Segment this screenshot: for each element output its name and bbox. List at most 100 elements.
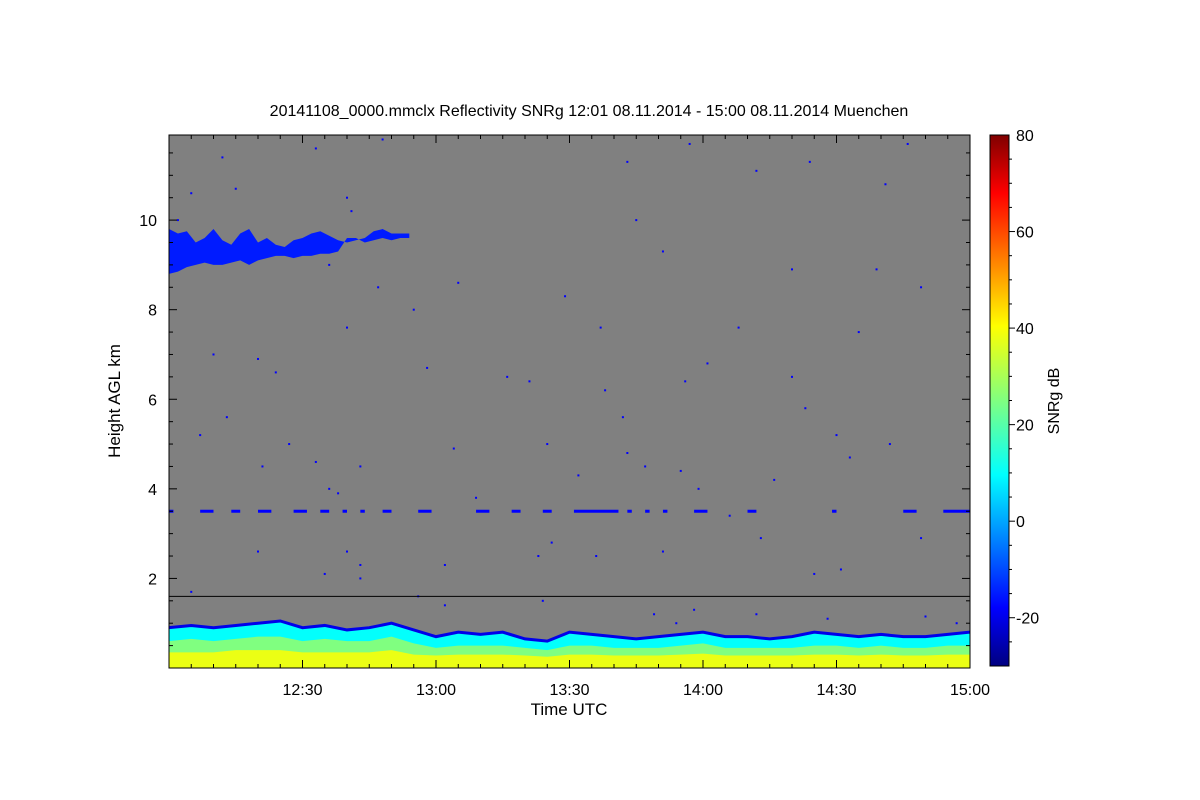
- y-tick-label: 10: [139, 213, 157, 230]
- echo-point: [328, 263, 331, 266]
- y-tick-label: 8: [148, 303, 157, 320]
- echo-point: [835, 434, 838, 437]
- echo-point: [346, 326, 348, 329]
- echo-point: [755, 613, 758, 616]
- echo-point: [679, 469, 682, 472]
- speckle-segment: [662, 509, 668, 513]
- echo-point: [257, 550, 259, 553]
- speckle-segment: [418, 509, 432, 513]
- echo-point: [337, 492, 340, 495]
- echo-point: [359, 563, 362, 566]
- colorbar-tick-label: 80: [1016, 128, 1034, 145]
- echo-point: [857, 331, 860, 334]
- echo-point: [274, 371, 277, 374]
- echo-point: [346, 550, 348, 553]
- echo-point: [541, 599, 544, 602]
- speckle-segment: [200, 509, 214, 513]
- echo-point: [804, 407, 807, 410]
- echo-point: [653, 613, 656, 616]
- echo-point: [346, 196, 348, 199]
- echo-point: [875, 268, 878, 271]
- x-tick-label: 14:00: [683, 682, 723, 699]
- echo-point: [359, 465, 362, 468]
- echo-point: [443, 563, 446, 566]
- echo-point: [906, 142, 909, 145]
- echo-point: [546, 443, 549, 446]
- echo-point: [328, 487, 331, 490]
- echo-point: [234, 187, 237, 190]
- echo-point: [323, 572, 326, 575]
- echo-point: [564, 295, 567, 298]
- speckle-segment: [573, 509, 619, 513]
- echo-point: [924, 615, 927, 618]
- speckle-segment: [231, 509, 241, 513]
- echo-point: [644, 465, 647, 468]
- echo-point: [550, 541, 553, 544]
- echo-point: [706, 362, 709, 365]
- speckle-segment: [943, 509, 970, 513]
- y-tick-label: 4: [148, 482, 157, 499]
- echo-point: [381, 138, 384, 141]
- echo-point: [359, 577, 362, 580]
- echo-point: [1014, 210, 1016, 212]
- x-tick-label: 13:00: [416, 682, 456, 699]
- echo-point: [537, 555, 540, 558]
- echo-point: [826, 617, 829, 620]
- echo-point: [314, 460, 317, 463]
- echo-point: [577, 474, 580, 477]
- speckle-segment: [747, 509, 757, 513]
- speckle-segment: [258, 509, 272, 513]
- colorbar-tick-label: -20: [1016, 611, 1039, 628]
- speckle-segment: [542, 509, 552, 513]
- echo-point: [225, 416, 228, 419]
- echo-point: [457, 281, 460, 284]
- echo-point: [599, 326, 602, 329]
- echo-point: [190, 590, 193, 593]
- echo-point: [635, 219, 638, 222]
- echo-point: [199, 434, 202, 437]
- echo-point: [759, 537, 762, 540]
- echo-point: [626, 452, 629, 455]
- echo-point: [443, 604, 446, 607]
- colorbar-tick-label: 40: [1016, 321, 1034, 338]
- y-axis-label: Height AGL km: [105, 344, 124, 458]
- echo-point: [920, 286, 923, 289]
- colorbar-tick-label: 60: [1016, 225, 1034, 242]
- radar-chart: 20141108_0000.mmclx Reflectivity SNRg 12…: [105, 103, 1063, 719]
- echo-point: [982, 156, 984, 158]
- speckle-segment: [511, 509, 521, 513]
- echo-point: [288, 443, 291, 446]
- echo-point: [955, 622, 958, 625]
- colorbar: [989, 134, 1010, 667]
- speckle-segment: [832, 509, 837, 513]
- echo-point: [884, 183, 887, 186]
- speckle-segment: [293, 509, 307, 513]
- echo-point: [452, 447, 455, 450]
- x-tick-label: 15:00: [950, 682, 990, 699]
- echo-point: [773, 478, 776, 481]
- echo-point: [920, 537, 923, 540]
- echo-point: [261, 465, 264, 468]
- echo-point: [791, 268, 793, 271]
- echo-point: [661, 550, 664, 553]
- echo-point: [475, 496, 478, 499]
- colorbar-label: SNRg dB: [1046, 368, 1063, 435]
- echo-point: [839, 568, 842, 571]
- echo-point: [314, 147, 317, 150]
- colorbar-tick-label: 20: [1016, 418, 1034, 435]
- speckle-segment: [694, 509, 708, 513]
- echo-point: [257, 357, 259, 360]
- speckle-segment: [382, 509, 392, 513]
- echo-point: [848, 456, 851, 459]
- x-tick-label: 12:30: [282, 682, 322, 699]
- echo-point: [412, 308, 415, 311]
- echo-point: [728, 514, 731, 517]
- echo-point: [506, 375, 509, 378]
- speckle-segment: [645, 509, 650, 513]
- echo-point: [377, 286, 380, 289]
- echo-point: [693, 608, 696, 611]
- y-tick-label: 6: [148, 392, 157, 409]
- echo-point: [626, 160, 629, 163]
- echo-point: [813, 572, 816, 575]
- x-axis-label: Time UTC: [531, 700, 608, 719]
